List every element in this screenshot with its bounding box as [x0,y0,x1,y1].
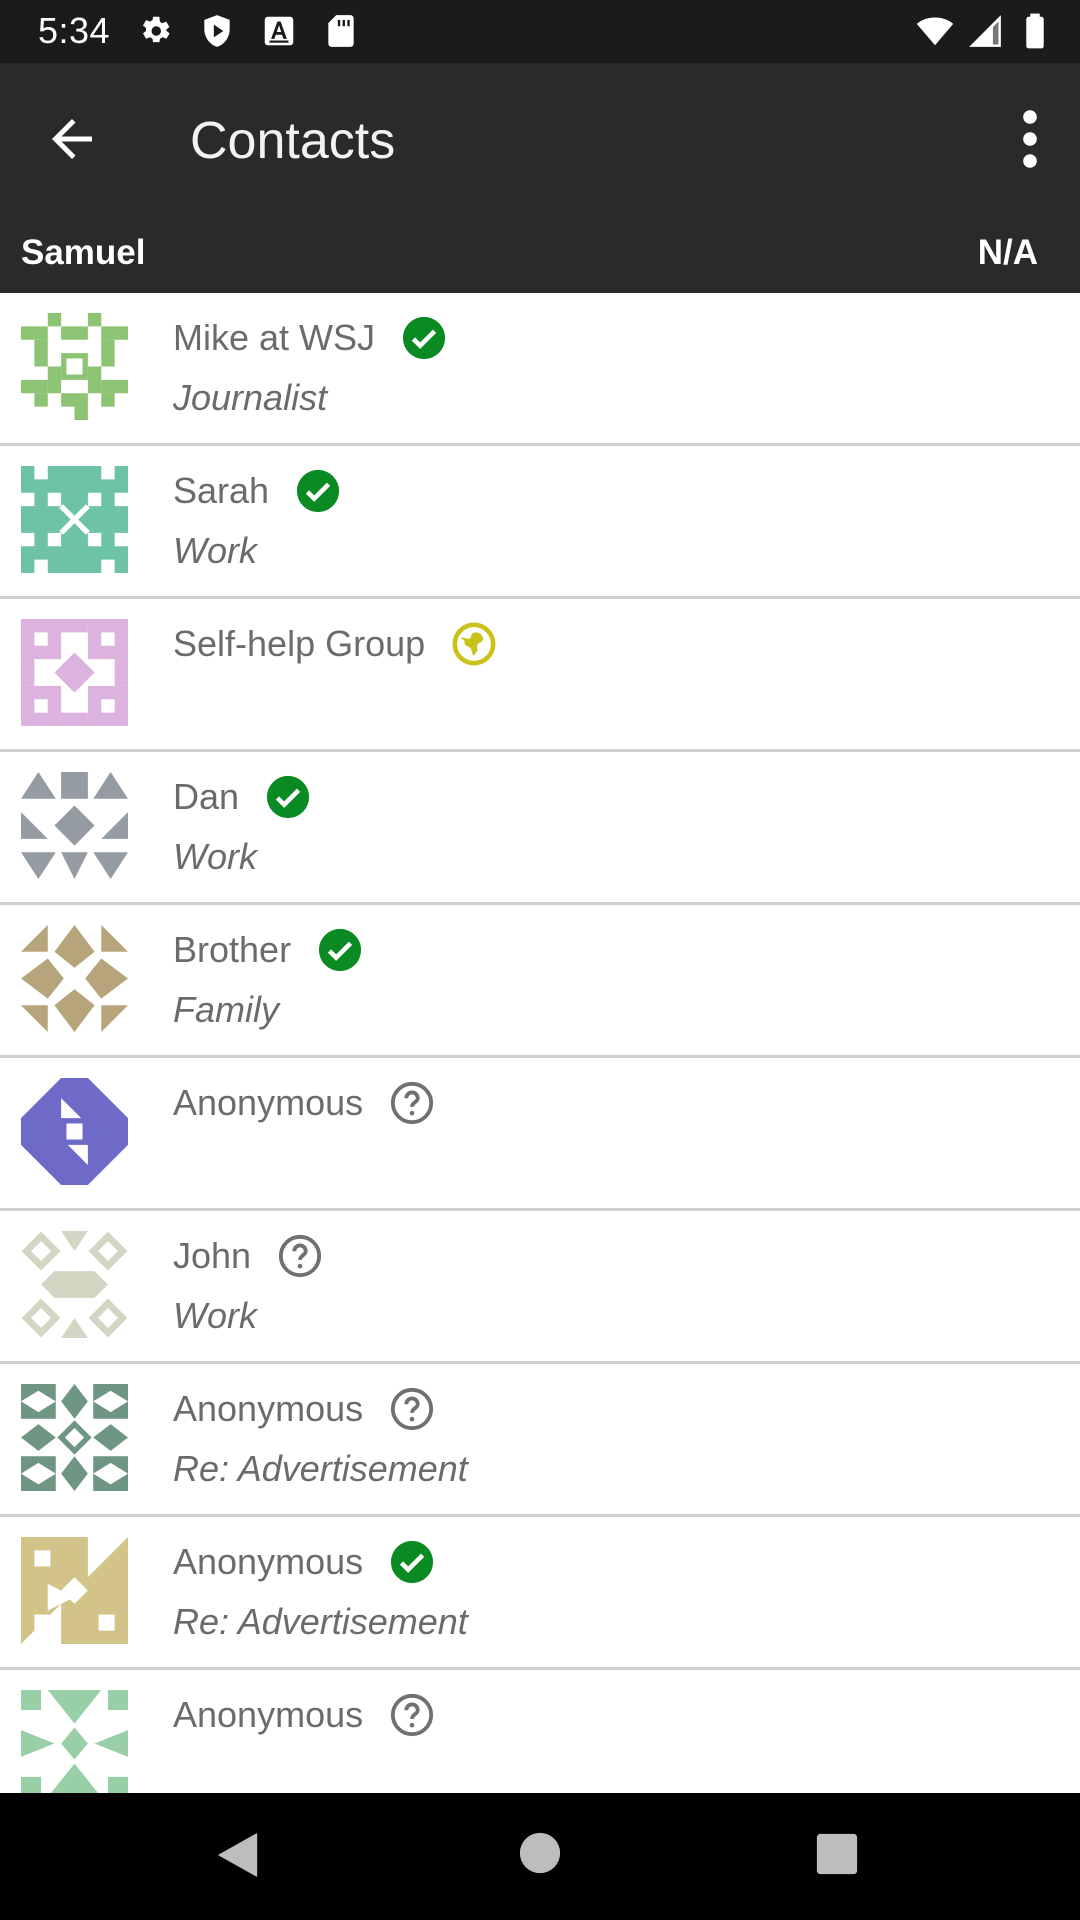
identicon-avatar [21,313,128,420]
arrow-back-icon[interactable] [42,109,102,169]
identicon-avatar [21,1690,128,1793]
status-bar: 5:34 [0,0,1080,63]
verified-icon [296,469,340,513]
question-icon [391,1693,434,1737]
contact-list[interactable]: Mike at WSJ Journalist Sarah Work Self-h… [0,293,1080,1793]
identicon-avatar [21,1231,128,1338]
contact-name: Sarah [173,470,270,511]
cellular-signal-icon [969,15,1001,47]
contact-name: Anonymous [173,1694,364,1735]
question-icon [391,1081,434,1125]
contact-subtitle: Work [173,530,257,571]
contact-subtitle: Journalist [173,377,328,418]
contact-name: John [173,1235,252,1276]
status-icons-right [916,12,1054,50]
identicon-avatar [21,619,128,726]
shield-icon [204,15,230,47]
contact-subtitle: Work [173,1295,257,1336]
contact-name: Brother [173,929,292,970]
wifi-icon [916,17,954,46]
identicon-avatar [21,925,128,1032]
identicon-avatar [21,1537,128,1644]
globe-icon [452,622,496,666]
settings-icon [142,16,170,43]
nav-back-icon[interactable] [215,1829,261,1881]
battery-icon [1026,13,1044,49]
navigation-bar [0,1793,1080,1920]
contact-name: Anonymous [173,1388,364,1429]
contact-name: Anonymous [173,1541,364,1582]
identicon-avatar [21,466,128,573]
question-icon [278,1234,322,1278]
app-bar: Contacts Samuel N/A [0,63,1080,293]
status-icons-left [136,12,360,50]
contact-row[interactable]: Mike at WSJ Journalist [0,293,1080,446]
more-vert-icon[interactable] [1006,107,1054,171]
identity-status: N/A [977,233,1038,272]
contact-subtitle: Re: Advertisement [173,1601,468,1642]
contact-row[interactable]: Sarah Work [0,446,1080,599]
verified-icon [402,316,446,360]
contact-subtitle: Family [173,989,279,1030]
contact-name: Dan [173,776,240,817]
identicon-avatar [21,1078,128,1185]
contact-row[interactable]: Anonymous [0,1058,1080,1211]
font-icon [264,16,294,46]
nav-recents-icon[interactable] [816,1833,858,1875]
contact-row[interactable]: Anonymous [0,1670,1080,1793]
identicon-avatar [21,772,128,879]
contact-row[interactable]: John Work [0,1211,1080,1364]
contact-name: Anonymous [173,1082,364,1123]
verified-icon [266,775,310,819]
verified-icon [391,1540,434,1584]
contact-name: Self-help Group [173,623,426,664]
sd-card-icon [328,15,354,47]
contact-row[interactable]: Self-help Group [0,599,1080,752]
page-title: Contacts [190,112,396,170]
contact-row[interactable]: Anonymous Re: Advertisement [0,1517,1080,1670]
identicon-avatar [21,1384,128,1491]
contact-row[interactable]: Anonymous Re: Advertisement [0,1364,1080,1517]
question-icon [391,1387,434,1431]
contact-name: Mike at WSJ [173,317,376,358]
identity-name[interactable]: Samuel [21,233,146,273]
verified-icon [318,928,362,972]
status-time: 5:34 [38,10,111,51]
contact-row[interactable]: Brother Family [0,905,1080,1058]
nav-home-icon[interactable] [519,1832,561,1874]
contact-row[interactable]: Dan Work [0,752,1080,905]
contact-subtitle: Re: Advertisement [173,1448,468,1489]
contact-subtitle: Work [173,836,257,877]
